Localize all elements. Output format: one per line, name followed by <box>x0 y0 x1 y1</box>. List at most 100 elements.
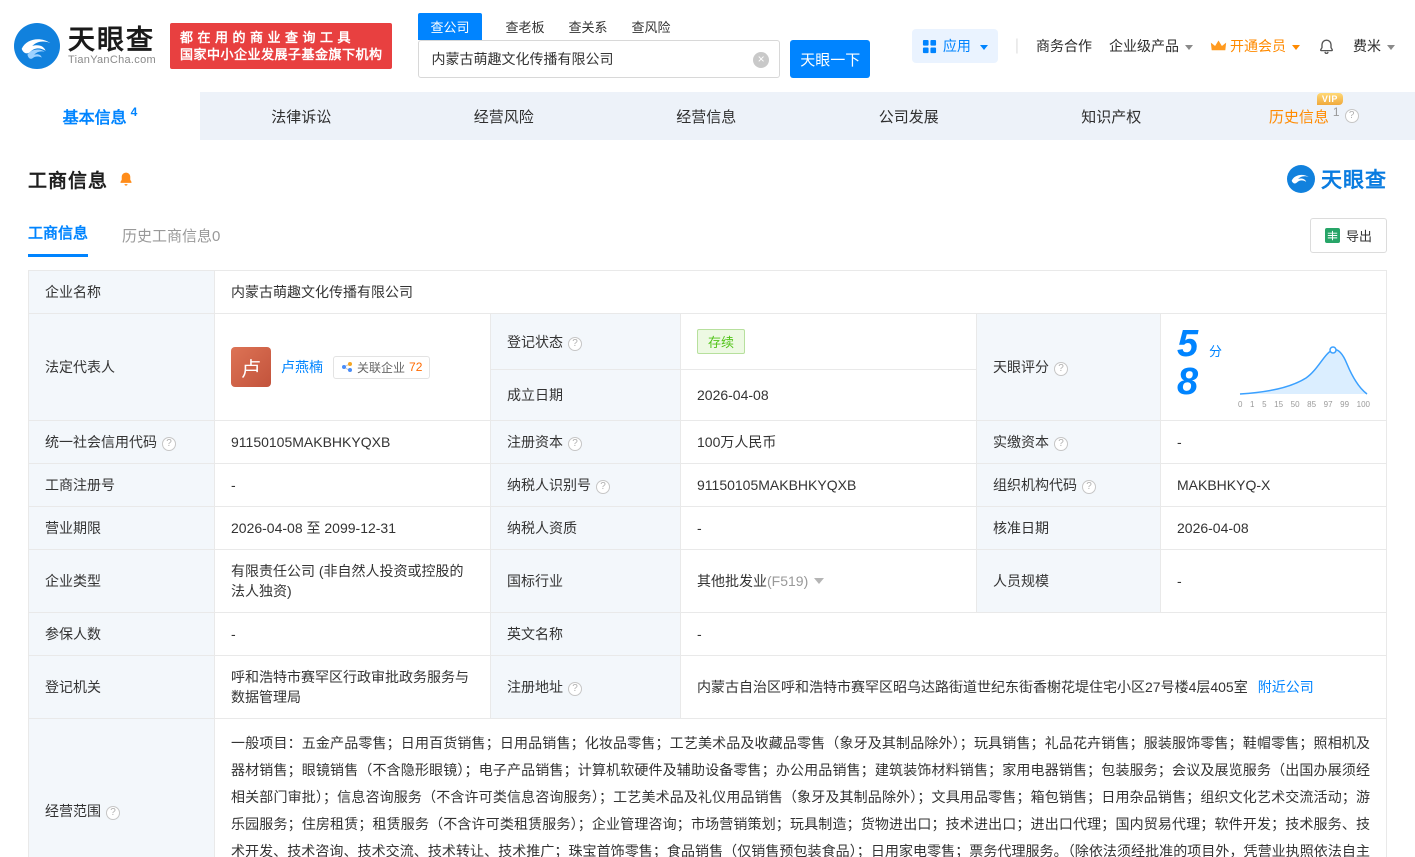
value-org-code: MAKBHKYQ-X <box>1160 463 1387 507</box>
value-taxpayer-id: 91150105MAKBHKYQXB <box>680 463 977 507</box>
brand-name: 天眼查 <box>68 24 155 55</box>
row-business-scope: 经营范围 一般项目：五金产品零售；日用百货销售；日用品销售；化妆品零售；工艺美术… <box>28 717 1387 857</box>
enterprise-products-menu[interactable]: 企业级产品 <box>1109 36 1193 56</box>
score-curve-chart: 0 1 5 15 50 85 97 99 100 <box>1238 344 1370 409</box>
value-english-name: - <box>680 612 1387 656</box>
row-company-type: 企业类型 有限责任公司 (非自然人投资或控股的法人独资) 国标行业 其他批发业(… <box>28 549 1387 613</box>
tab-label: 法律诉讼 <box>271 108 332 126</box>
value-staff-size: - <box>1160 549 1387 613</box>
row-legal-rep-status: 法定代表人 卢 卢燕楠 关联企业 72 登记状态? 存续 天眼评分? 58 分 … <box>28 312 1387 421</box>
tab-basic-info[interactable]: 基本信息 4 <box>0 92 200 140</box>
row-company-name: 企业名称 内蒙古萌趣文化传播有限公司 <box>28 270 1387 314</box>
label-taxpayer-quality: 纳税人资质 <box>490 506 681 550</box>
business-cooperation-link[interactable]: 商务合作 <box>1036 36 1092 56</box>
tab-company-development[interactable]: 公司发展 <box>808 92 1011 140</box>
header-menu: 应用 | 商务合作 企业级产品 开通会员 费米 <box>911 29 1395 63</box>
value-taxpayer-quality: - <box>680 506 977 550</box>
value-credit-code: 91150105MAKBHKYQXB <box>214 420 491 464</box>
tab-operating-risk[interactable]: 经营风险 <box>403 92 606 140</box>
notifications-bell-icon[interactable] <box>1317 37 1336 56</box>
user-menu[interactable]: 费米 <box>1353 36 1395 56</box>
related-companies-count: 72 <box>409 360 423 374</box>
label-staff-size: 人员规模 <box>976 549 1161 613</box>
search-tab-company[interactable]: 查公司 <box>418 13 482 40</box>
search-tab-relation[interactable]: 查关系 <box>569 17 608 40</box>
help-icon[interactable] <box>568 336 582 351</box>
tab-history-info[interactable]: 历史信息 VIP 1 <box>1213 92 1415 140</box>
help-icon[interactable] <box>596 480 610 494</box>
search-tabs: 查公司 查老板 查关系 查风险 <box>418 13 870 40</box>
tab-label: 历史信息 <box>1268 108 1329 126</box>
value-paid-capital: - <box>1160 420 1387 464</box>
label-business-scope: 经营范围 <box>28 717 215 857</box>
search-input[interactable] <box>431 51 748 67</box>
subscribe-bell-icon[interactable] <box>117 170 135 188</box>
cooperation-label: 商务合作 <box>1036 38 1092 54</box>
row-reg-authority: 登记机关 呼和浩特市赛罕区行政审批政务服务与数据管理局 注册地址 内蒙古自治区呼… <box>28 655 1387 719</box>
section-title: 工商信息 <box>28 170 109 192</box>
value-reg-capital: 100万人民币 <box>680 420 977 464</box>
clear-search-icon[interactable] <box>753 52 770 68</box>
value-reg-number: - <box>214 463 491 507</box>
label-org-code: 组织机构代码 <box>976 463 1161 507</box>
export-label: 导出 <box>1345 229 1372 244</box>
related-companies-icon <box>342 362 352 372</box>
tianyancha-logo-icon <box>14 23 60 69</box>
nearby-companies-link[interactable]: 附近公司 <box>1258 679 1314 695</box>
menu-divider: | <box>1014 37 1019 54</box>
legal-rep-avatar[interactable]: 卢 <box>231 347 271 387</box>
help-icon[interactable] <box>1344 109 1359 123</box>
promo-line-2: 国家中小企业发展子基金旗下机构 <box>179 47 383 62</box>
value-establish-date: 2026-04-08 <box>680 369 977 421</box>
score-axis: 0 1 5 15 50 85 97 99 100 <box>1238 400 1370 409</box>
search-area: 查公司 查老板 查关系 查风险 天眼一下 <box>418 13 871 78</box>
value-company-type: 有限责任公司 (非自然人投资或控股的法人独资) <box>214 549 491 613</box>
chevron-down-icon <box>979 44 988 54</box>
help-icon[interactable] <box>568 437 582 451</box>
value-business-term: 2026-04-08 至 2099-12-31 <box>214 506 491 550</box>
watermark-logo-icon <box>1287 165 1315 193</box>
apps-menu[interactable]: 应用 <box>911 29 998 63</box>
help-icon[interactable] <box>162 437 176 451</box>
label-insured-count: 参保人数 <box>28 612 215 656</box>
tab-legal-proceedings[interactable]: 法律诉讼 <box>200 92 403 140</box>
help-icon[interactable] <box>1082 480 1096 494</box>
subtab-business-info[interactable]: 工商信息 <box>28 222 89 257</box>
label-company-type: 企业类型 <box>28 549 215 613</box>
row-reg-number: 工商注册号 - 纳税人识别号 91150105MAKBHKYQXB 组织机构代码… <box>28 463 1387 507</box>
tianyancha-logo[interactable]: 天眼查 TianYanCha.com <box>14 23 156 69</box>
vip-label: 开通会员 <box>1230 38 1286 54</box>
value-insured-count: - <box>214 612 491 656</box>
tab-operating-info[interactable]: 经营信息 <box>605 92 808 140</box>
tab-label: 经营风险 <box>473 108 534 126</box>
related-companies-badge[interactable]: 关联企业 72 <box>333 355 431 379</box>
export-button[interactable]: 导出 <box>1309 218 1387 253</box>
industry-name: 其他批发业 <box>697 573 767 589</box>
search-tab-risk[interactable]: 查风险 <box>632 17 671 40</box>
search-input-box <box>418 40 781 78</box>
promo-banner: 都在用的商业查询工具 国家中小企业发展子基金旗下机构 <box>169 23 393 69</box>
help-icon[interactable] <box>568 682 582 696</box>
search-tab-boss[interactable]: 查老板 <box>506 17 545 40</box>
help-icon[interactable] <box>1054 437 1068 451</box>
subtab-history-business-info[interactable]: 历史工商信息0 <box>122 225 220 257</box>
label-paid-capital: 实缴资本 <box>976 420 1161 464</box>
chevron-down-icon <box>1185 44 1193 54</box>
label-tyc-score: 天眼评分 <box>976 313 1161 421</box>
value-reg-authority: 呼和浩特市赛罕区行政审批政务服务与数据管理局 <box>214 655 491 719</box>
help-icon[interactable] <box>106 805 120 820</box>
industry-expand-icon[interactable] <box>814 578 825 589</box>
score-value: 58 <box>1177 323 1199 403</box>
help-icon[interactable] <box>1054 362 1068 376</box>
search-row: 天眼一下 <box>418 40 871 78</box>
business-info-table: 企业名称 内蒙古萌趣文化传播有限公司 法定代表人 卢 卢燕楠 关联企业 72 登… <box>28 270 1387 857</box>
tab-count: 4 <box>130 105 138 119</box>
apps-grid-icon <box>922 39 936 53</box>
legal-rep-name-link[interactable]: 卢燕楠 <box>281 357 323 377</box>
vip-badge: VIP <box>1316 92 1343 105</box>
tab-intellectual-property[interactable]: 知识产权 <box>1010 92 1213 140</box>
open-vip-menu[interactable]: 开通会员 <box>1210 36 1300 56</box>
label-english-name: 英文名称 <box>490 612 681 656</box>
crown-icon <box>1210 40 1227 51</box>
search-button[interactable]: 天眼一下 <box>790 40 871 78</box>
